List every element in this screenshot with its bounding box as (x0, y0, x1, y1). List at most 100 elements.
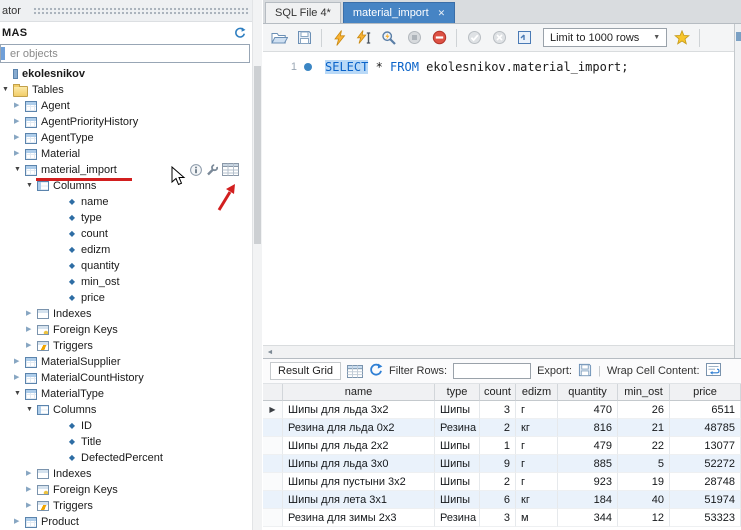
grid-cell[interactable]: 28748 (670, 473, 741, 491)
grid-cell[interactable]: 13077 (670, 437, 741, 455)
commit-button[interactable] (464, 28, 484, 48)
grid-row[interactable]: Шипы для льда 3x0Шипы9г885552272 (263, 455, 741, 473)
wrap-cell-content-toggle[interactable] (706, 363, 721, 379)
editor-horizontal-scrollbar[interactable]: ◄ (263, 345, 741, 358)
row-selector-cell[interactable] (263, 455, 283, 473)
grid-cell[interactable]: 470 (558, 401, 618, 419)
grid-cell[interactable]: 21 (618, 419, 670, 437)
tree-item-agentpriorityhistory[interactable]: ▶AgentPriorityHistory (0, 114, 252, 130)
grid-cell[interactable]: 3 (480, 509, 516, 527)
tree-item-quantity[interactable]: ◆quantity (0, 258, 252, 274)
tree-item-count[interactable]: ◆count (0, 226, 252, 242)
row-selector-cell[interactable] (263, 419, 283, 437)
grid-cell[interactable]: Шипы (435, 473, 480, 491)
row-selector-cell[interactable] (263, 437, 283, 455)
collapsed-arrow-icon[interactable]: ▶ (14, 354, 25, 370)
grid-cell[interactable]: 885 (558, 455, 618, 473)
grid-cell[interactable]: кг (516, 419, 558, 437)
grid-cell[interactable]: 923 (558, 473, 618, 491)
tree-item-ekolesnikov[interactable]: ekolesnikov (0, 66, 252, 82)
row-selector-cell[interactable] (263, 473, 283, 491)
row-selector-cell[interactable] (263, 491, 283, 509)
grid-cell[interactable]: 344 (558, 509, 618, 527)
grid-cell[interactable]: 816 (558, 419, 618, 437)
collapsed-arrow-icon[interactable]: ▶ (14, 98, 25, 114)
tree-item-agenttype[interactable]: ▶AgentType (0, 130, 252, 146)
grid-cell[interactable]: Шипы (435, 455, 480, 473)
grid-cell[interactable]: 40 (618, 491, 670, 509)
sql-editor[interactable]: 1 SELECT * FROM ekolesnikov.material_imp… (263, 52, 741, 345)
grid-cell[interactable]: 53323 (670, 509, 741, 527)
limit-rows-dropdown[interactable]: Limit to 1000 rows ▼ (543, 28, 667, 47)
result-grid-tab[interactable]: Result Grid (270, 362, 341, 380)
execute-script-button[interactable] (329, 28, 349, 48)
tree-item-materialsupplier[interactable]: ▶MaterialSupplier (0, 354, 252, 370)
tree-item-product[interactable]: ▶Product (0, 514, 252, 530)
grid-column-header-type[interactable]: type (435, 384, 480, 401)
expanded-arrow-icon[interactable]: ▼ (14, 162, 25, 178)
grid-cell[interactable]: Резина для зимы 2x3 (283, 509, 435, 527)
grid-cell[interactable]: Резина (435, 419, 480, 437)
tree-item-price[interactable]: ◆price (0, 290, 252, 306)
grid-column-header-edizm[interactable]: edizm (516, 384, 558, 401)
grid-cell[interactable]: Шипы (435, 491, 480, 509)
tree-item-agent[interactable]: ▶Agent (0, 98, 252, 114)
grid-column-header-min_ost[interactable]: min_ost (618, 384, 670, 401)
grid-row[interactable]: Шипы для пустыни 3x2Шипы2г9231928748 (263, 473, 741, 491)
grid-cell[interactable]: 48785 (670, 419, 741, 437)
collapsed-arrow-icon[interactable]: ▶ (14, 146, 25, 162)
tree-item-tables[interactable]: ▼Tables (0, 82, 252, 98)
tree-scrollbar-thumb[interactable] (254, 66, 261, 244)
tree-item-indexes[interactable]: ▶Indexes (0, 466, 252, 482)
grid-row[interactable]: Шипы для лета 3x1Шипы6кг1844051974 (263, 491, 741, 509)
grid-row[interactable]: Резина для зимы 2x3Резина3м3441253323 (263, 509, 741, 527)
grid-row[interactable]: ▶Шипы для льда 3x2Шипы3г470266511 (263, 401, 741, 419)
tab-sql-file-4[interactable]: SQL File 4* (265, 2, 341, 23)
grid-cell[interactable]: 9 (480, 455, 516, 473)
collapsed-arrow-icon[interactable]: ▶ (14, 114, 25, 130)
panel-drag-handle[interactable] (33, 7, 249, 15)
table-data-button[interactable] (222, 163, 239, 179)
tree-item-indexes[interactable]: ▶Indexes (0, 306, 252, 322)
grid-column-header-count[interactable]: count (480, 384, 516, 401)
grid-cell[interactable]: г (516, 455, 558, 473)
close-tab-icon[interactable]: ✕ (438, 8, 446, 19)
tree-item-material[interactable]: ▶Material (0, 146, 252, 162)
filter-rows-input[interactable] (453, 363, 531, 379)
row-selector-cell[interactable] (263, 509, 283, 527)
collapsed-arrow-icon[interactable]: ▶ (14, 370, 25, 386)
collapsed-arrow-icon[interactable]: ▶ (26, 322, 37, 338)
grid-cell[interactable]: Шипы для льда 2x2 (283, 437, 435, 455)
tree-item-materialtype[interactable]: ▼MaterialType (0, 386, 252, 402)
grid-cell[interactable]: 19 (618, 473, 670, 491)
grid-cell[interactable]: 26 (618, 401, 670, 419)
collapsed-arrow-icon[interactable]: ▶ (14, 130, 25, 146)
grid-cell[interactable]: 184 (558, 491, 618, 509)
open-script-button[interactable] (269, 28, 289, 48)
collapsed-arrow-icon[interactable]: ▶ (26, 498, 37, 514)
refresh-schemas-button[interactable] (234, 27, 246, 39)
explain-plan-button[interactable] (379, 28, 399, 48)
grid-cell[interactable]: Шипы для льда 3x2 (283, 401, 435, 419)
grid-cell[interactable]: 6 (480, 491, 516, 509)
scroll-left-arrow-icon[interactable]: ◄ (263, 349, 277, 356)
tree-item-foreign-keys[interactable]: ▶Foreign Keys (0, 322, 252, 338)
grid-cell[interactable]: 22 (618, 437, 670, 455)
grid-row[interactable]: Резина для льда 0x2Резина2кг8162148785 (263, 419, 741, 437)
grid-cell[interactable]: Шипы для лета 3x1 (283, 491, 435, 509)
table-edit-button[interactable] (206, 164, 218, 179)
tree-item-materialcounthistory[interactable]: ▶MaterialCountHistory (0, 370, 252, 386)
filter-objects-input[interactable]: er objects (0, 44, 250, 63)
grid-cell[interactable]: 479 (558, 437, 618, 455)
row-selector-cell[interactable]: ▶ (263, 401, 283, 419)
grid-cell[interactable]: 12 (618, 509, 670, 527)
grid-row[interactable]: Шипы для льда 2x2Шипы1г4792213077 (263, 437, 741, 455)
grid-cell[interactable]: Резина для льда 0x2 (283, 419, 435, 437)
grid-column-header-quantity[interactable]: quantity (558, 384, 618, 401)
grid-cell[interactable]: Шипы (435, 437, 480, 455)
grid-cell[interactable]: 3 (480, 401, 516, 419)
grid-cell[interactable]: Шипы для льда 3x0 (283, 455, 435, 473)
table-info-button[interactable] (190, 164, 202, 179)
grid-cell[interactable]: Шипы (435, 401, 480, 419)
tree-item-triggers[interactable]: ▶Triggers (0, 498, 252, 514)
